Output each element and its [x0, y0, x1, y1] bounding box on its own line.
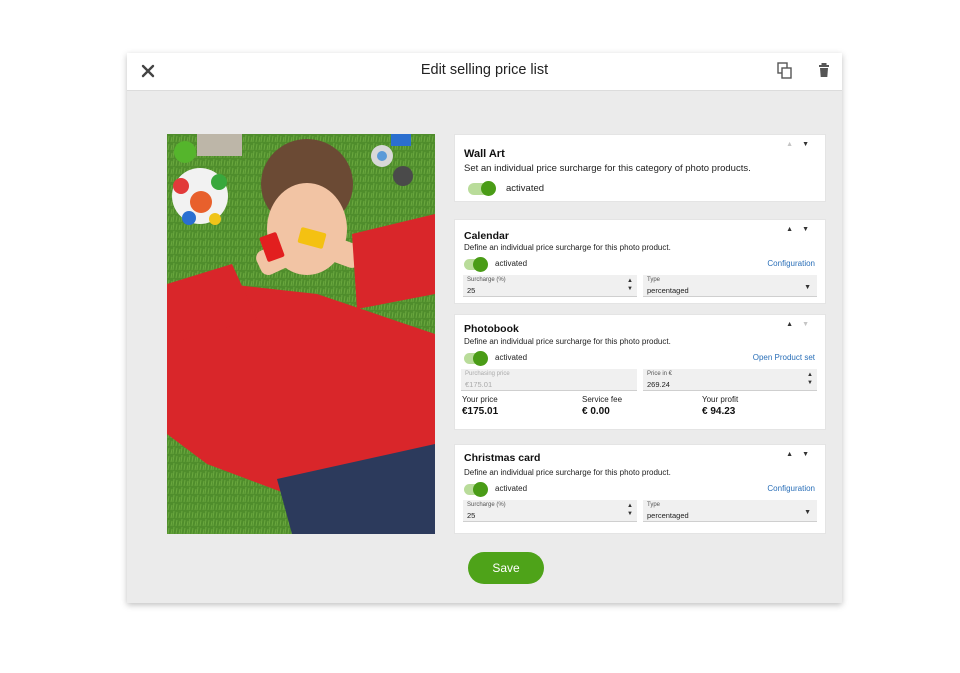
- card-description: Set an individual price surcharge for th…: [464, 163, 751, 174]
- card-photobook: ▲▼ Photobook Define an individual price …: [454, 314, 826, 430]
- trash-icon[interactable]: [815, 60, 833, 82]
- card-wall-art: ▲▼ Wall Art Set an individual price surc…: [454, 134, 826, 202]
- purchasing-price-field: Purchasing price €175.01: [461, 369, 637, 391]
- edit-price-list-dialog: Edit selling price list ▲▼ Wall Art Set …: [127, 53, 842, 603]
- service-fee-value: € 0.00: [582, 406, 610, 417]
- surcharge-field[interactable]: Surcharge (%) 25 ▲ ▼: [463, 500, 637, 522]
- save-button[interactable]: Save: [468, 552, 544, 584]
- field-value: 25: [467, 511, 476, 520]
- activation-toggle[interactable]: [464, 351, 488, 366]
- type-select[interactable]: Type percentaged ▼: [643, 500, 817, 522]
- field-label: Type: [647, 277, 661, 283]
- service-fee-label: Service fee: [582, 395, 623, 404]
- configuration-link[interactable]: Configuration: [767, 484, 815, 493]
- toggle-label: activated: [495, 484, 528, 493]
- card-calendar: ▲▼ Calendar Define an individual price s…: [454, 219, 826, 304]
- card-title: Calendar: [464, 230, 509, 242]
- stepper-arrows[interactable]: ▲ ▼: [627, 502, 633, 518]
- field-label: Surcharge (%): [467, 502, 506, 508]
- card-christmas-card: ▲▼ Christmas card Define an individual p…: [454, 444, 826, 534]
- card-title: Photobook: [464, 323, 519, 335]
- field-label: Price in €: [647, 371, 673, 377]
- your-price-label: Your price: [462, 395, 498, 404]
- field-value: 25: [467, 286, 476, 295]
- activation-toggle[interactable]: [464, 257, 488, 272]
- surcharge-field[interactable]: Surcharge (%) 25 ▲ ▼: [463, 275, 637, 297]
- copy-icon[interactable]: [775, 60, 795, 82]
- card-reorder-arrows[interactable]: ▲▼: [786, 451, 818, 458]
- field-label: Purchasing price: [465, 371, 510, 377]
- activation-toggle[interactable]: [464, 482, 488, 497]
- card-reorder-arrows[interactable]: ▲▼: [786, 321, 818, 328]
- card-reorder-arrows[interactable]: ▲▼: [786, 141, 818, 148]
- card-title: Christmas card: [464, 452, 541, 464]
- your-profit-label: Your profit: [702, 395, 739, 404]
- card-description: Define an individual price surcharge for…: [464, 468, 671, 477]
- field-label: Type: [647, 502, 661, 508]
- card-reorder-arrows[interactable]: ▲▼: [786, 226, 818, 233]
- your-price-value: €175.01: [462, 406, 499, 417]
- activation-toggle[interactable]: [468, 181, 496, 196]
- price-field[interactable]: Price in € 269.24 ▲ ▼: [643, 369, 817, 391]
- card-description: Define an individual price surcharge for…: [464, 337, 671, 346]
- chevron-down-icon: ▼: [804, 284, 811, 291]
- toggle-label: activated: [506, 183, 545, 194]
- product-photo: [167, 134, 435, 534]
- configuration-link[interactable]: Configuration: [767, 259, 815, 268]
- your-profit-value: € 94.23: [702, 406, 736, 417]
- card-title: Wall Art: [464, 148, 505, 160]
- card-description: Define an individual price surcharge for…: [464, 243, 671, 252]
- stepper-arrows[interactable]: ▲ ▼: [807, 371, 813, 387]
- toggle-label: activated: [495, 353, 528, 362]
- dialog-title: Edit selling price list: [420, 62, 549, 78]
- field-value: 269.24: [647, 380, 670, 389]
- field-value: percentaged: [647, 511, 689, 520]
- field-label: Surcharge (%): [467, 277, 506, 283]
- open-product-set-link[interactable]: Open Product set: [753, 353, 815, 362]
- field-value: percentaged: [647, 286, 689, 295]
- type-select[interactable]: Type percentaged ▼: [643, 275, 817, 297]
- toggle-label: activated: [495, 259, 528, 268]
- chevron-down-icon: ▼: [804, 509, 811, 516]
- stepper-arrows[interactable]: ▲ ▼: [627, 277, 633, 293]
- field-value: €175.01: [465, 380, 493, 389]
- dialog-header: Edit selling price list: [127, 53, 842, 91]
